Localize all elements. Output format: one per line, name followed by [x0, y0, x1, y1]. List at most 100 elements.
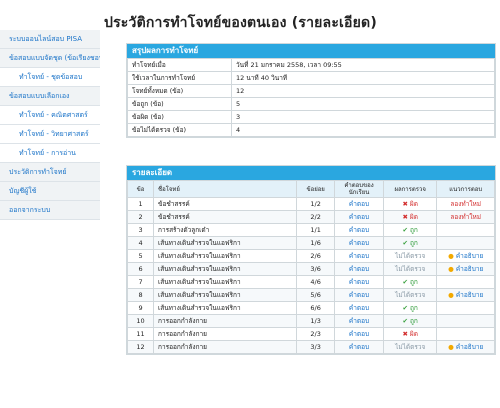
result-cell: ✖ ผิด	[382, 210, 438, 224]
answer-link[interactable]: คำตอบ	[349, 252, 369, 260]
summary-value: 3	[231, 110, 495, 124]
guide-cell: ลองทำใหม่	[436, 210, 495, 224]
sidebar-item[interactable]: ออกจากระบบ	[0, 201, 100, 220]
table-row: 2 ข้อชำสรรค์ 2/2 คำตอบ ✖ ผิด ลองทำใหม่	[126, 210, 495, 224]
summary-row: ข้อไม่ได้ตรวจ (ข้อ) 4	[127, 123, 495, 137]
summary-key: ข้อไม่ได้ตรวจ (ข้อ)	[127, 123, 232, 137]
check-icon: ✔	[402, 317, 408, 325]
explanation-link[interactable]: คำอธิบาย	[456, 252, 483, 260]
guide-cell: ● คำอธิบาย	[436, 262, 495, 276]
table-row: 5 เส้นทางเดินสำรวจในแอฟริกา 2/6 คำตอบ ไม่ได้…	[126, 249, 495, 263]
answer-link[interactable]: คำตอบ	[349, 200, 369, 208]
sidebar-item[interactable]: ทำโจทย์ - วิทยาศาสตร์	[0, 125, 100, 144]
result-text: ไม่ได้ตรวจ	[395, 343, 426, 351]
answer-link[interactable]: คำตอบ	[349, 304, 369, 312]
row-number: 11	[126, 327, 155, 341]
row-number: 1	[126, 197, 155, 211]
result-text: ไม่ได้ตรวจ	[395, 291, 426, 299]
sub-item: 2/3	[296, 327, 336, 341]
guide-cell	[436, 223, 495, 237]
sub-item: 1/1	[296, 223, 336, 237]
cross-icon: ✖	[402, 200, 408, 208]
table-row: 4 เส้นทางเดินสำรวจในแอฟริกา 1/6 คำตอบ ✔ ถูก	[126, 236, 495, 250]
sidebar-item[interactable]: ข้อสอบแบบจัดชุด (ข้อเรียงชอบ)	[0, 49, 100, 68]
row-number: 2	[126, 210, 155, 224]
result-text: ถูก	[409, 304, 418, 312]
table-row: 11 การออกกำลังกาย 2/3 คำตอบ ✖ ผิด	[126, 327, 495, 341]
explanation-link[interactable]: คำอธิบาย	[456, 291, 483, 299]
result-text: ไม่ได้ตรวจ	[395, 252, 426, 260]
problem-name: การออกกำลังกาย	[153, 340, 298, 354]
result-text: ถูก	[409, 317, 418, 325]
page-title: ประวัติการทำโจทย์ของตนเอง (รายละเอียด)	[104, 15, 377, 31]
sidebar-item[interactable]: ข้อสอบแบบเลือกเอง	[0, 87, 100, 106]
summary-key: ทำโจทย์เมื่อ	[127, 58, 232, 72]
answer-link[interactable]: คำตอบ	[349, 317, 369, 325]
guide-cell	[436, 236, 495, 250]
summary-row: โจทย์ทั้งหมด (ข้อ) 12	[127, 84, 495, 98]
row-number: 8	[126, 288, 155, 302]
result-cell: ไม่ได้ตรวจ	[382, 340, 438, 354]
sidebar-item[interactable]: ทำโจทย์ - การอ่าน	[0, 144, 100, 163]
row-number: 7	[126, 275, 155, 289]
row-number: 3	[126, 223, 155, 237]
check-icon: ✔	[402, 226, 408, 234]
problem-name: เส้นทางเดินสำรวจในแอฟริกา	[153, 275, 298, 289]
summary-value: วันที่ 21 มกราคม 2558, เวลา 09:55	[231, 58, 495, 72]
result-text: ผิด	[409, 200, 418, 208]
answer-link[interactable]: คำตอบ	[349, 226, 369, 234]
sub-item: 1/3	[296, 314, 336, 328]
sidebar-item[interactable]: ระบบออนไลน์สอบ PISA	[0, 30, 100, 49]
col-header-result: ผลการตรวจ	[382, 180, 438, 198]
sidebar-item[interactable]: ทำโจทย์ - คณิตศาสตร์	[0, 106, 100, 125]
cross-icon: ✖	[402, 213, 408, 221]
problem-name: เส้นทางเดินสำรวจในแอฟริกา	[153, 301, 298, 315]
check-icon: ✔	[402, 304, 408, 312]
retry-link[interactable]: ลองทำใหม่	[450, 200, 481, 208]
sidebar-item[interactable]: ประวัติการทำโจทย์	[0, 163, 100, 182]
summary-value: 5	[231, 97, 495, 111]
sub-item: 2/2	[296, 210, 336, 224]
check-icon: ✔	[402, 239, 408, 247]
guide-cell	[436, 314, 495, 328]
problem-name: การสร้างตัวลูกเต๋า	[153, 223, 298, 237]
explanation-link[interactable]: คำอธิบาย	[456, 265, 483, 273]
summary-row: ใช้เวลาในการทำโจทย์ 12 นาที 40 วินาที	[127, 71, 495, 85]
sub-item: 2/6	[296, 249, 336, 263]
answer-link[interactable]: คำตอบ	[349, 213, 369, 221]
summary-key: โจทย์ทั้งหมด (ข้อ)	[127, 84, 232, 98]
table-row: 10 การออกกำลังกาย 1/3 คำตอบ ✔ ถูก	[126, 314, 495, 328]
table-row: 9 เส้นทางเดินสำรวจในแอฟริกา 6/6 คำตอบ ✔ ถูก	[126, 301, 495, 315]
sub-item: 3/6	[296, 262, 336, 276]
summary-table: ทำโจทย์เมื่อ วันที่ 21 มกราคม 2558, เวลา …	[127, 58, 495, 137]
answer-link[interactable]: คำตอบ	[349, 278, 369, 286]
explanation-link[interactable]: คำอธิบาย	[456, 343, 483, 351]
guide-cell	[436, 275, 495, 289]
summary-panel: สรุปผลการทำโจทย์ ทำโจทย์เมื่อ วันที่ 21 ม…	[126, 43, 496, 138]
result-cell: ✖ ผิด	[382, 327, 438, 341]
problem-name: การออกกำลังกาย	[153, 327, 298, 341]
col-header-no: ข้อ	[126, 180, 155, 198]
summary-panel-title: สรุปผลการทำโจทย์	[127, 44, 495, 58]
answer-link[interactable]: คำตอบ	[349, 239, 369, 247]
answer-link[interactable]: คำตอบ	[349, 291, 369, 299]
check-icon: ✔	[402, 278, 408, 286]
table-row: 8 เส้นทางเดินสำรวจในแอฟริกา 5/6 คำตอบ ไม่ได้…	[126, 288, 495, 302]
guide-cell: ● คำอธิบาย	[436, 249, 495, 263]
sidebar-item[interactable]: ทำโจทย์ - ชุดข้อสอบ	[0, 68, 100, 87]
result-text: ไม่ได้ตรวจ	[395, 265, 426, 273]
summary-row: ทำโจทย์เมื่อ วันที่ 21 มกราคม 2558, เวลา …	[127, 58, 495, 72]
answer-link[interactable]: คำตอบ	[349, 330, 369, 338]
sub-item: 1/2	[296, 197, 336, 211]
problem-name: เส้นทางเดินสำรวจในแอฟริกา	[153, 288, 298, 302]
row-number: 12	[126, 340, 155, 354]
details-header-row: ข้อ ชื่อโจทย์ ข้อย่อย คำตอบของนักเรียน ผ…	[126, 180, 495, 198]
retry-link[interactable]: ลองทำใหม่	[450, 213, 481, 221]
result-cell: ✔ ถูก	[382, 275, 438, 289]
answer-link[interactable]: คำตอบ	[349, 343, 369, 351]
summary-row: ข้อถูก (ข้อ) 5	[127, 97, 495, 111]
sidebar-item[interactable]: บัญชีผู้ใช้	[0, 182, 100, 201]
lightbulb-icon: ●	[448, 343, 454, 351]
answer-link[interactable]: คำตอบ	[349, 265, 369, 273]
sub-item: 6/6	[296, 301, 336, 315]
